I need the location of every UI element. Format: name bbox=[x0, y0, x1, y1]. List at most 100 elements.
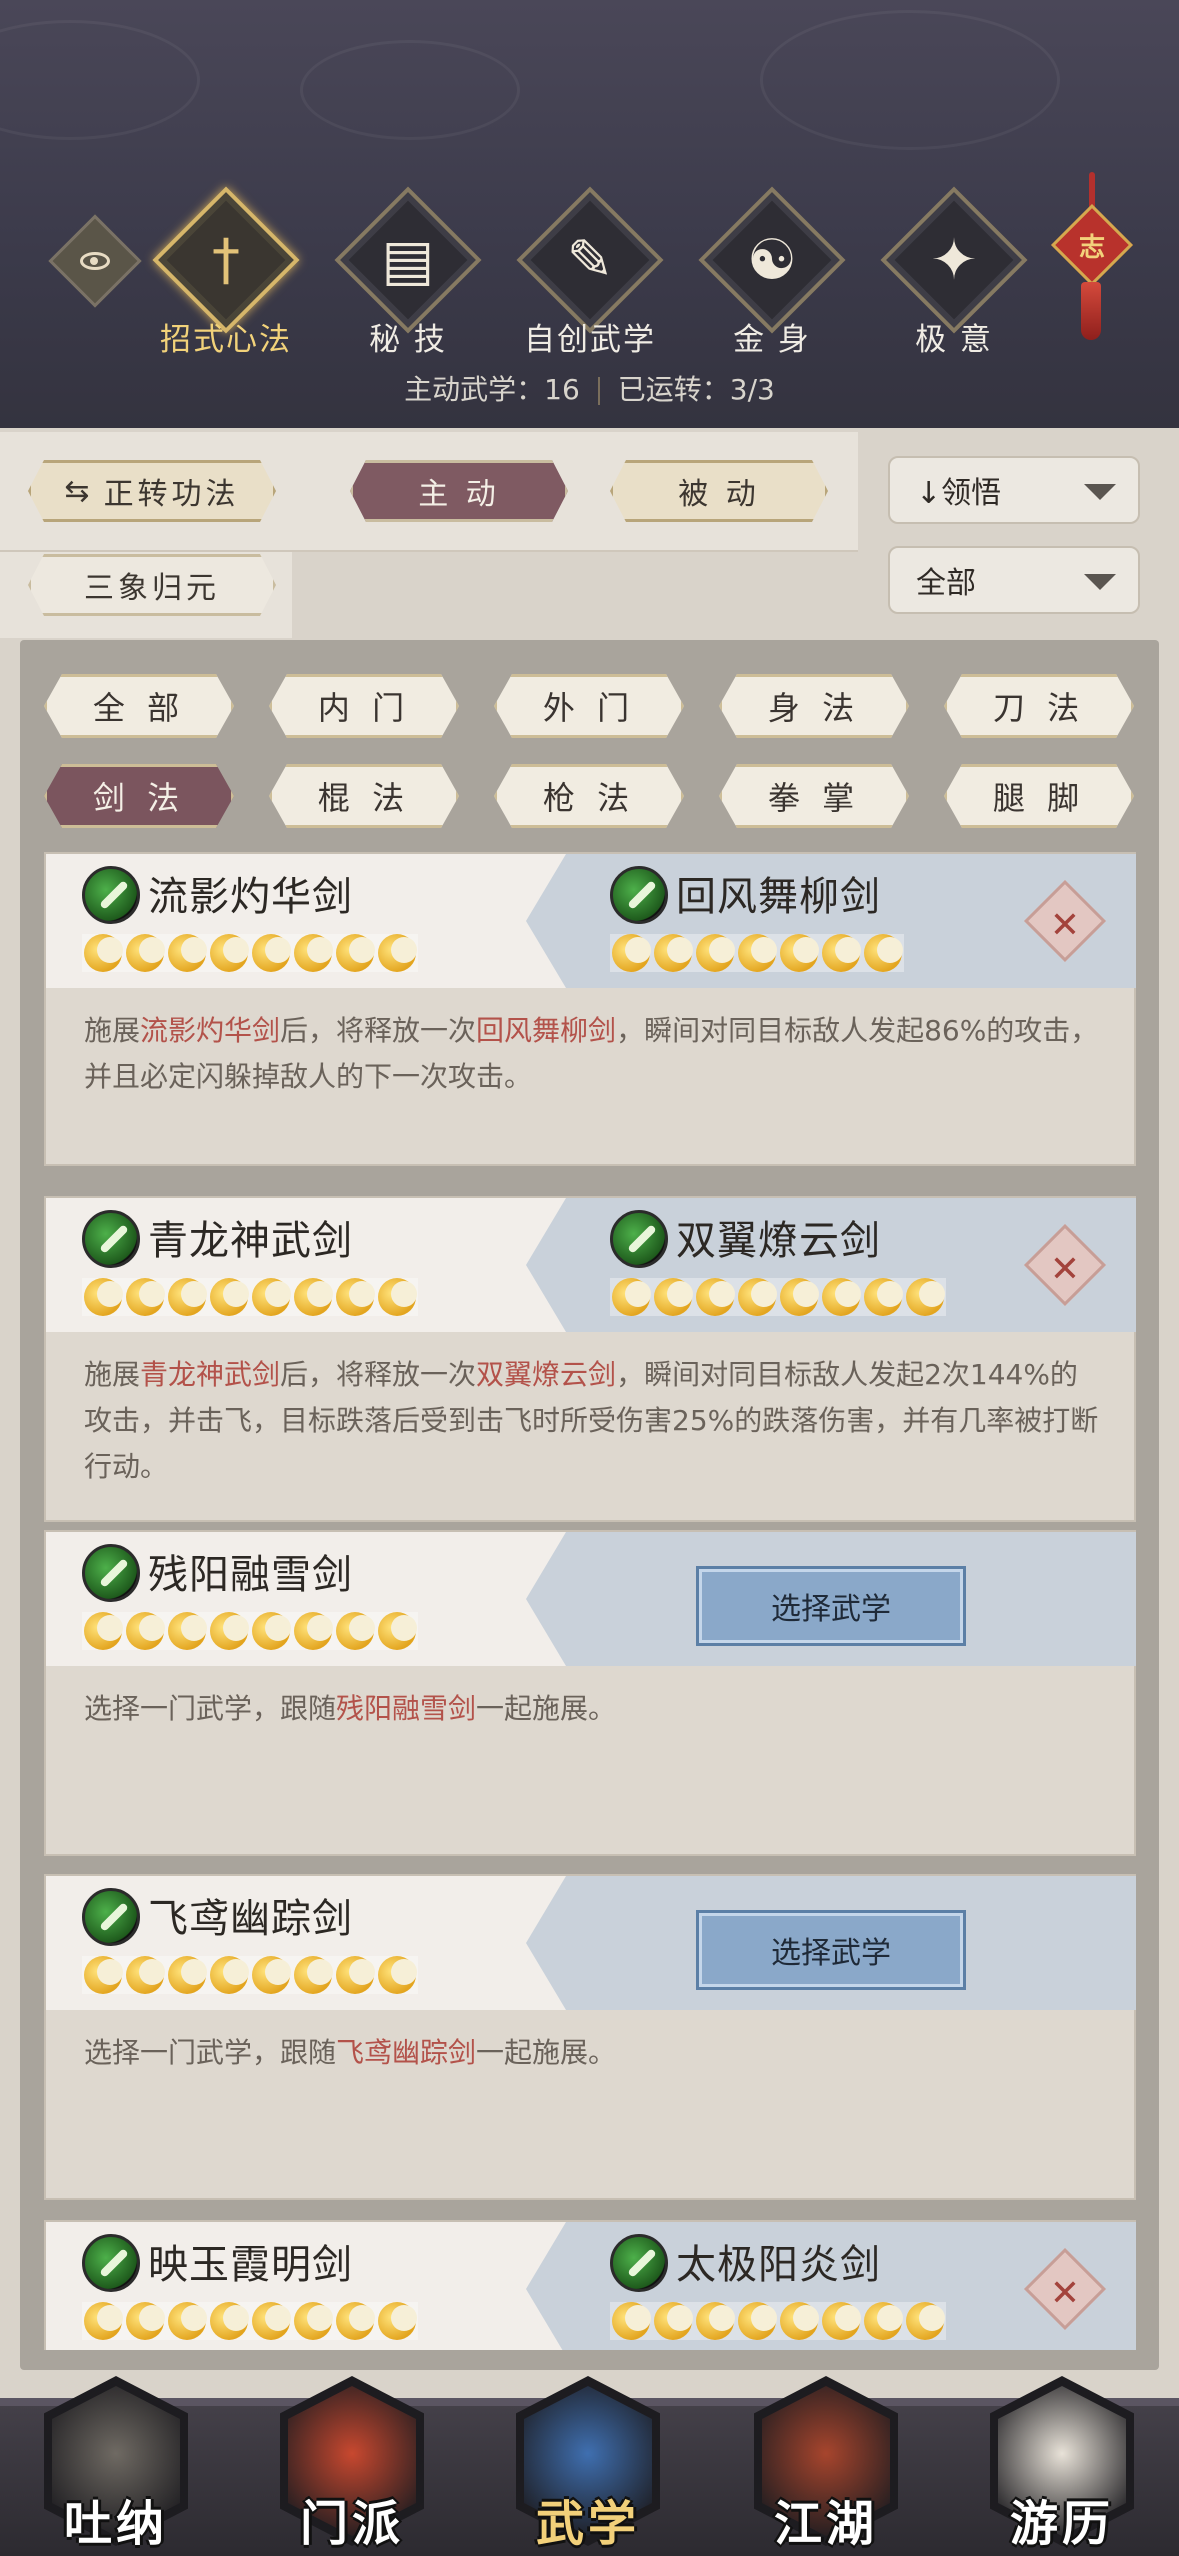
moon-star-icon bbox=[336, 934, 375, 972]
moon-star-icon bbox=[378, 2302, 417, 2340]
combo-description: 选择一门武学，跟随残阳融雪剑一起施展。 bbox=[84, 1686, 1104, 1732]
moon-star-icon bbox=[210, 1956, 249, 1994]
category-jinshen[interactable]: ☯ 金 身 bbox=[676, 186, 846, 362]
close-icon: ✕ bbox=[1049, 1248, 1081, 1290]
category-label: 金 身 bbox=[733, 322, 811, 358]
moon-star-icon bbox=[906, 2302, 945, 2340]
moon-star-icon bbox=[168, 1956, 207, 1994]
meditation-icon: ☯ bbox=[746, 227, 798, 293]
tab-fist[interactable]: 拳 掌 bbox=[719, 764, 909, 828]
category-zichuang[interactable]: ✎ 自创武学 bbox=[494, 186, 664, 362]
tab-passive-skills[interactable]: 被 动 bbox=[610, 460, 828, 522]
tab-staff[interactable]: 棍 法 bbox=[269, 764, 459, 828]
highlighted-skill-name: 流影灼华剑 bbox=[140, 1014, 281, 1047]
skill-stats: 主动武学：16 已运转：3/3 bbox=[0, 368, 1179, 408]
range-value: 全部 bbox=[916, 566, 976, 601]
moon-star-icon bbox=[84, 934, 123, 972]
cloud-decoration bbox=[760, 10, 1060, 150]
star-rating bbox=[82, 1612, 418, 1650]
skill-name: 流影灼华剑 bbox=[148, 874, 353, 920]
combo-card: 映玉霞明剑 太极阳炎剑 ✕ bbox=[44, 2220, 1136, 2350]
category-jiyi[interactable]: ✦ 极 意 bbox=[858, 186, 1028, 362]
chinese-knot-button[interactable]: 志 bbox=[1043, 172, 1143, 352]
moon-star-icon bbox=[210, 2302, 249, 2340]
combo-description: 施展流影灼华剑后，将释放一次回风舞柳剑，瞬间对同目标敌人发起86%的攻击，并且必… bbox=[84, 1008, 1104, 1100]
nav-jianghu[interactable]: 江湖 bbox=[746, 2372, 906, 2556]
sword-skill-icon bbox=[82, 2234, 140, 2292]
nav-youli[interactable]: 游历 bbox=[982, 2372, 1142, 2556]
tab-all[interactable]: 全 部 bbox=[44, 674, 234, 738]
star-rating bbox=[82, 1278, 418, 1316]
star-rating bbox=[610, 2302, 946, 2340]
tab-label: 被 动 bbox=[678, 477, 760, 512]
choose-skill-button[interactable]: 选择武学 bbox=[696, 1566, 966, 1646]
close-icon: ✕ bbox=[1049, 2272, 1081, 2314]
nav-wuxue[interactable]: 武学 bbox=[508, 2372, 668, 2556]
sword-skill-icon bbox=[82, 1210, 140, 1268]
moon-star-icon bbox=[126, 1612, 165, 1650]
martial-pose-icon: ✦ bbox=[930, 227, 978, 293]
chevron-down-icon bbox=[1084, 574, 1116, 590]
tab-active-skills[interactable]: 主 动 bbox=[350, 460, 568, 522]
moon-star-icon bbox=[84, 2302, 123, 2340]
category-miji[interactable]: ▤ 秘 技 bbox=[312, 186, 482, 362]
sort-dropdown[interactable]: ↓领悟 bbox=[888, 456, 1140, 524]
choose-skill-button[interactable]: 选择武学 bbox=[696, 1910, 966, 1990]
moon-star-icon bbox=[336, 1956, 375, 1994]
header: † 招式心法 ▤ 秘 技 ✎ 自创武学 ☯ 金 身 ✦ 极 意 志 主动武学：1… bbox=[0, 0, 1179, 428]
moon-star-icon bbox=[126, 1278, 165, 1316]
tab-spear[interactable]: 枪 法 bbox=[494, 764, 684, 828]
moon-star-icon bbox=[294, 1278, 333, 1316]
nav-menpai[interactable]: 门派 bbox=[272, 2372, 432, 2556]
moon-star-icon bbox=[654, 2302, 693, 2340]
moon-star-icon bbox=[612, 934, 651, 972]
sword-skill-icon bbox=[82, 866, 140, 924]
skill-name: 太极阳炎剑 bbox=[676, 2242, 881, 2288]
tab-movement[interactable]: 身 法 bbox=[719, 674, 909, 738]
eye-icon bbox=[80, 252, 110, 270]
tab-inner[interactable]: 内 门 bbox=[269, 674, 459, 738]
sanxiang-button[interactable]: 三象归元 bbox=[28, 554, 276, 616]
moon-star-icon bbox=[252, 934, 291, 972]
moon-star-icon bbox=[294, 934, 333, 972]
moon-star-icon bbox=[864, 934, 903, 972]
moon-star-icon bbox=[864, 1278, 903, 1316]
combo-card: 流影灼华剑 回风舞柳剑 ✕ 施展流影灼华剑后，将释放一次回风舞柳剑，瞬间对同目标… bbox=[44, 852, 1136, 1166]
description-text: 施展 bbox=[84, 1014, 141, 1047]
nav-label: 吐纳 bbox=[63, 2496, 168, 2552]
moon-star-icon bbox=[126, 2302, 165, 2340]
tassel-icon bbox=[1081, 282, 1101, 340]
nav-label: 游历 bbox=[1009, 2496, 1114, 2552]
highlighted-skill-name: 飞鸢幽踪剑 bbox=[336, 2036, 477, 2069]
highlighted-skill-name: 残阳融雪剑 bbox=[336, 1692, 477, 1725]
category-zhaoshi[interactable]: † 招式心法 bbox=[130, 186, 300, 362]
skill-name: 青龙神武剑 bbox=[148, 1218, 353, 1264]
rotate-method-button[interactable]: ⇆ 正转功法 bbox=[28, 460, 276, 522]
tab-leg[interactable]: 腿 脚 bbox=[944, 764, 1134, 828]
moon-star-icon bbox=[822, 934, 861, 972]
moon-star-icon bbox=[378, 1278, 417, 1316]
moon-star-icon bbox=[210, 1278, 249, 1316]
sword-skill-icon bbox=[82, 1888, 140, 1946]
tab-sword[interactable]: 剑 法 bbox=[44, 764, 234, 828]
moon-star-icon bbox=[780, 2302, 819, 2340]
sword-skill-icon bbox=[610, 866, 668, 924]
moon-star-icon bbox=[738, 1278, 777, 1316]
moon-star-icon bbox=[378, 934, 417, 972]
range-dropdown[interactable]: 全部 bbox=[888, 546, 1140, 614]
description-text: 一起施展。 bbox=[476, 2036, 617, 2069]
moon-star-icon bbox=[696, 1278, 735, 1316]
cloud-decoration bbox=[0, 20, 200, 140]
tab-blade[interactable]: 刀 法 bbox=[944, 674, 1134, 738]
moon-star-icon bbox=[378, 1612, 417, 1650]
star-rating bbox=[82, 1956, 418, 1994]
moon-star-icon bbox=[84, 1612, 123, 1650]
sort-value: ↓领悟 bbox=[916, 476, 1002, 511]
eye-toggle-button[interactable] bbox=[48, 214, 142, 308]
description-text: 选择一门武学，跟随 bbox=[84, 1692, 337, 1725]
star-rating bbox=[82, 934, 418, 972]
category-label: 自创武学 bbox=[524, 322, 656, 358]
nav-tuna[interactable]: 吐纳 bbox=[36, 2372, 196, 2556]
tab-outer[interactable]: 外 门 bbox=[494, 674, 684, 738]
star-rating bbox=[82, 2302, 418, 2340]
